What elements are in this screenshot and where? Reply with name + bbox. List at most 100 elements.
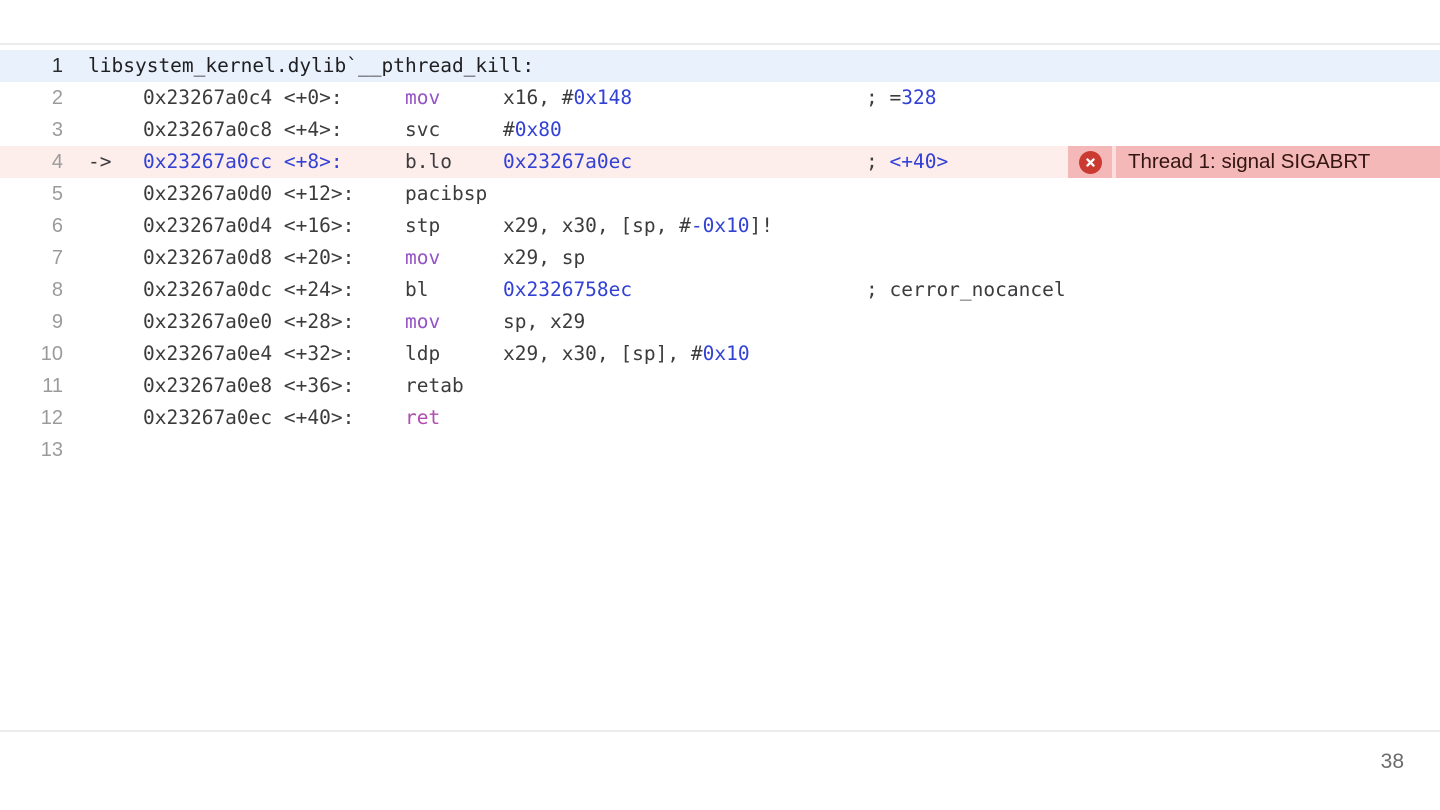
code-token: 0x23267a0dc <+24>:	[143, 278, 355, 301]
instruction-address: 0x23267a0e0 <+28>:	[143, 306, 354, 338]
instruction-comment: ; =328	[866, 82, 936, 114]
editor-bottom-border	[0, 730, 1440, 732]
code-token: 328	[901, 86, 937, 109]
instruction-operands: x29, x30, [sp, #-0x10]!	[503, 210, 773, 242]
instruction-address: 0x23267a0c8 <+4>:	[143, 114, 343, 146]
line-number[interactable]: 10	[0, 338, 63, 370]
line-number[interactable]: 3	[0, 114, 63, 146]
line-number[interactable]: 4	[0, 146, 63, 178]
pc-arrow: ->	[88, 150, 112, 173]
code-line-9[interactable]: 9 0x23267a0e0 <+28>: mov sp, x29	[0, 306, 1440, 338]
code-line-5[interactable]: 5 0x23267a0d0 <+12>: pacibsp	[0, 178, 1440, 210]
code-line-2[interactable]: 2 0x23267a0c4 <+0>: mov x16, #0x148 ; =328	[0, 82, 1440, 114]
code-line-13[interactable]: 13	[0, 434, 1440, 466]
code-token: 0x23267a0d4 <+16>:	[143, 214, 355, 237]
instruction-operands: #0x80	[503, 114, 562, 146]
code-token: ;	[866, 150, 890, 173]
instruction-operands: 0x2326758ec	[503, 274, 632, 306]
line-number[interactable]: 2	[0, 82, 63, 114]
code-token: x29, x30, [sp], #	[503, 342, 703, 365]
instruction-address: 0x23267a0e4 <+32>:	[143, 338, 354, 370]
code-token: mov	[405, 310, 441, 333]
code-token: #	[503, 118, 515, 141]
code-token: 0x23267a0d0 <+12>:	[143, 182, 355, 205]
function-label: libsystem_kernel.dylib`__pthread_kill:	[88, 54, 535, 77]
code-token: 0x23267a0ec <+40>:	[143, 406, 355, 429]
code-token: 0x2326758ec	[503, 278, 633, 301]
line-number[interactable]: 1	[0, 50, 63, 82]
error-banner-text: Thread 1: signal SIGABRT	[1116, 146, 1440, 178]
instruction-mnemonic: mov	[405, 306, 440, 338]
instruction-address: 0x23267a0d4 <+16>:	[143, 210, 354, 242]
code-line-8[interactable]: 8 0x23267a0dc <+24>: bl 0x2326758ec ; cerror…	[0, 274, 1440, 306]
code-token: x29, x30, [sp, #	[503, 214, 691, 237]
instruction-mnemonic: ret	[405, 402, 440, 434]
code-token: 0x23267a0d8 <+20>:	[143, 246, 355, 269]
code-token: ; cerror_nocancel	[866, 278, 1066, 301]
line-number[interactable]: 12	[0, 402, 63, 434]
editor-top-border	[0, 43, 1440, 45]
instruction-mnemonic: mov	[405, 242, 440, 274]
line-number[interactable]: 8	[0, 274, 63, 306]
code-line-12[interactable]: 12 0x23267a0ec <+40>: ret	[0, 402, 1440, 434]
code-line-7[interactable]: 7 0x23267a0d8 <+20>: mov x29, sp	[0, 242, 1440, 274]
disassembly-editor: 1 libsystem_kernel.dylib`__pthread_kill: 2…	[0, 50, 1440, 466]
line-number[interactable]: 6	[0, 210, 63, 242]
line-number[interactable]: 13	[0, 434, 63, 466]
code-token: stp	[405, 214, 441, 237]
instruction-operands: x29, x30, [sp], #0x10	[503, 338, 750, 370]
code-token: 0x10	[702, 342, 750, 365]
instruction-comment: ; cerror_nocancel	[866, 274, 1066, 306]
code-token: mov	[405, 86, 441, 109]
code-token: 0x23267a0c8 <+4>:	[143, 118, 343, 141]
code-line-11[interactable]: 11 0x23267a0e8 <+36>: retab	[0, 370, 1440, 402]
instruction-mnemonic: stp	[405, 210, 440, 242]
instruction-mnemonic: b.lo	[405, 146, 452, 178]
code-token: 0x23267a0e0 <+28>:	[143, 310, 355, 333]
code-token: ; =	[866, 86, 902, 109]
instruction-address: 0x23267a0c4 <+0>:	[143, 82, 343, 114]
code-line-3[interactable]: 3 0x23267a0c8 <+4>: svc #0x80	[0, 114, 1440, 146]
code-line-function-header[interactable]: 1 libsystem_kernel.dylib`__pthread_kill:	[0, 50, 1440, 82]
error-icon-cell[interactable]	[1068, 146, 1112, 178]
instruction-address: 0x23267a0dc <+24>:	[143, 274, 354, 306]
code-token: b.lo	[405, 150, 452, 173]
line-number[interactable]: 5	[0, 178, 63, 210]
instruction-operands: sp, x29	[503, 306, 585, 338]
error-banner[interactable]: Thread 1: signal SIGABRT	[1068, 146, 1440, 178]
instruction-mnemonic: ldp	[405, 338, 440, 370]
code-token: sp, x29	[503, 310, 586, 333]
instruction-mnemonic: bl	[405, 274, 428, 306]
code-token: 0x23267a0cc <+8>:	[143, 150, 343, 173]
code-token: mov	[405, 246, 441, 269]
code-token: 0x23267a0e8 <+36>:	[143, 374, 355, 397]
instruction-address: 0x23267a0cc <+8>:	[143, 146, 343, 178]
instruction-operands: x16, #0x148	[503, 82, 632, 114]
error-circle-x-icon	[1078, 150, 1102, 174]
slide: 1 libsystem_kernel.dylib`__pthread_kill: 2…	[0, 0, 1440, 810]
code-token: 0x80	[514, 118, 562, 141]
instruction-address: 0x23267a0e8 <+36>:	[143, 370, 354, 402]
instruction-address: 0x23267a0d0 <+12>:	[143, 178, 354, 210]
code-token: svc	[405, 118, 441, 141]
code-token: 0x23267a0ec	[503, 150, 633, 173]
code-token: 0x23267a0c4 <+0>:	[143, 86, 343, 109]
code-token: 0x148	[573, 86, 633, 109]
code-token: pacibsp	[405, 182, 488, 205]
instruction-address: 0x23267a0ec <+40>:	[143, 402, 354, 434]
code-rows: 1 libsystem_kernel.dylib`__pthread_kill: 2…	[0, 50, 1440, 466]
code-line-10[interactable]: 10 0x23267a0e4 <+32>: ldp x29, x30, [sp], #…	[0, 338, 1440, 370]
instruction-mnemonic: svc	[405, 114, 440, 146]
line-number[interactable]: 7	[0, 242, 63, 274]
line-number[interactable]: 9	[0, 306, 63, 338]
code-token: <+40>	[889, 150, 949, 173]
instruction-operands: x29, sp	[503, 242, 585, 274]
code-line-6[interactable]: 6 0x23267a0d4 <+16>: stp x29, x30, [sp, #-0…	[0, 210, 1440, 242]
instruction-mnemonic: pacibsp	[405, 178, 487, 210]
instruction-mnemonic: retab	[405, 370, 464, 402]
line-number[interactable]: 11	[0, 370, 63, 402]
code-token: retab	[405, 374, 464, 397]
instruction-address: 0x23267a0d8 <+20>:	[143, 242, 354, 274]
code-token: x29, sp	[503, 246, 586, 269]
instruction-comment: ; <+40>	[866, 146, 948, 178]
